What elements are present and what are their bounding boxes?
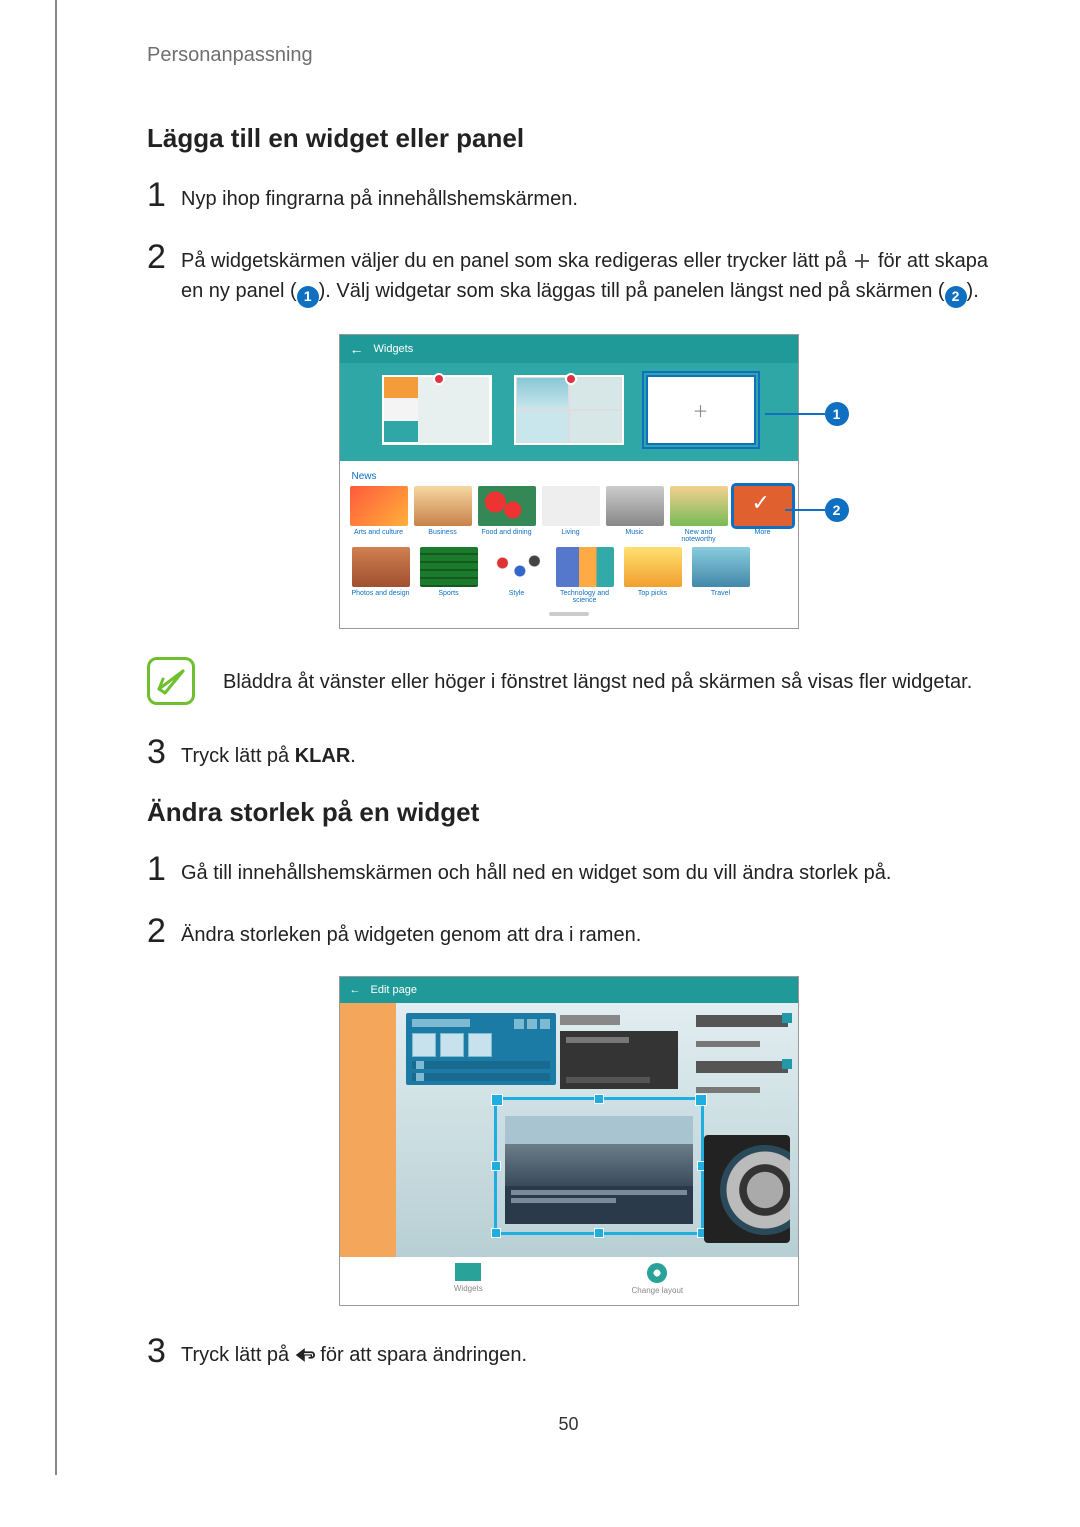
text-fragment: . [350,745,356,767]
tiles-icon [455,1263,481,1281]
figure2-bottom-bar: Widgets Change layout [340,1257,798,1305]
item-label: Top picks [638,590,667,604]
step-2-2: 2 Ändra storleken på widgeten genom att … [147,914,990,950]
figure2-toolbar: ← Edit page [340,977,798,1003]
step-text: Gå till innehållshemskärmen och håll ned… [181,852,891,888]
step-number: 2 [147,914,181,948]
figure1-panel-strip: ＋ [340,363,798,461]
item-label: Style [509,590,525,604]
note-icon [147,657,195,705]
item-label: Photos and design [352,590,410,604]
callout-1: 1 [765,402,849,426]
note-text: Bläddra åt vänster eller höger i fönstre… [223,657,972,697]
step-text: Tryck lätt på KLAR. [181,735,356,771]
grid-caption: News [352,471,788,482]
section-title-resize-widget: Ändra storlek på en widget [147,797,990,828]
figure2-widget-tiles [406,1013,556,1085]
figure2-layout-button: Change layout [632,1263,684,1295]
step-text: På widgetskärmen väljer du en panel som … [181,240,990,308]
figure2-widgets-button: Widgets [454,1263,483,1295]
step-text: Tryck lätt på för att spara ändringen. [181,1334,527,1370]
step-number: 1 [147,852,181,886]
button-label: Change layout [632,1286,684,1295]
note-block: Bläddra åt vänster eller höger i fönstre… [147,657,990,705]
text-fragment: Tryck lätt på [181,1344,295,1366]
step-2-1: 1 Gå till innehållshemskärmen och håll n… [147,852,990,888]
step-2-3: 3 Tryck lätt på för att spara ändringen. [147,1334,990,1370]
item-label: Technology and science [554,590,616,604]
text-fragment: ). Välj widgetar som ska läggas till på … [319,280,945,302]
figure2-selected-widget [505,1116,693,1224]
item-label: Food and dining [481,529,531,543]
callout-2: 2 [785,498,849,522]
figure2-resize-frame [494,1097,704,1235]
document-page: Personanpassning Lägga till en widget el… [55,0,1080,1475]
plus-icon [852,251,872,271]
step-1-3: 3 Tryck lätt på KLAR. [147,735,990,771]
panel-slot-1 [382,375,492,445]
item-label: Sports [438,590,458,604]
back-icon: ← [350,341,364,357]
figure2-widget-dark [560,1015,678,1089]
figure-add-widget: ← Widgets ＋ News [147,334,990,629]
gear-icon [647,1263,667,1283]
item-label: Business [428,529,456,543]
step-1-1: 1 Nyp ihop fingrarna på innehållshemskär… [147,178,990,214]
figure-resize-widget: ← Edit page [147,976,990,1306]
item-label: Music [625,529,643,543]
figure2-sidebar [340,1003,396,1257]
figure1-widget-grid: News Arts and culture Business Food and … [340,461,798,628]
step-text: Nyp ihop fingrarna på innehållshemskärme… [181,178,578,214]
item-label: More [755,529,771,543]
drag-handle-icon [549,612,589,616]
bold-label: KLAR [295,745,351,767]
text-fragment: Tryck lätt på [181,745,295,767]
figure1-toolbar: ← Widgets [340,335,798,363]
reference-badge-2: 2 [945,286,967,308]
text-fragment: för att spara ändringen. [315,1344,527,1366]
step-number: 2 [147,240,181,274]
section-title-add-widget: Lägga till en widget eller panel [147,123,990,154]
step-number: 1 [147,178,181,212]
button-label: Widgets [454,1284,483,1293]
text-fragment: På widgetskärmen väljer du en panel som … [181,250,852,272]
text-fragment: ). [967,280,979,302]
callout-badge: 1 [825,402,849,426]
figure2-canvas [396,1003,798,1257]
item-label: Travel [711,590,730,604]
figure1-title: Widgets [374,343,414,355]
step-text: Ändra storleken på widgeten genom att dr… [181,914,641,950]
step-number: 3 [147,1334,181,1368]
step-1-2: 2 På widgetskärmen väljer du en panel so… [147,240,990,308]
reference-badge-1: 1 [297,286,319,308]
plus-icon: ＋ [648,377,754,443]
breadcrumb: Personanpassning [147,44,990,67]
back-icon: ← [350,984,361,996]
figure2-right-widgets [696,1015,788,1093]
item-label: Arts and culture [354,529,403,543]
item-label: Living [561,529,579,543]
figure2-title: Edit page [371,984,417,996]
panel-slot-add: ＋ [646,375,756,445]
callout-badge: 2 [825,498,849,522]
figure2-wheel-widget [704,1135,790,1243]
item-label: New and noteworthy [670,529,728,543]
step-number: 3 [147,735,181,769]
page-number: 50 [147,1414,990,1435]
back-arrow-icon [295,1345,315,1365]
panel-slot-2 [514,375,624,445]
